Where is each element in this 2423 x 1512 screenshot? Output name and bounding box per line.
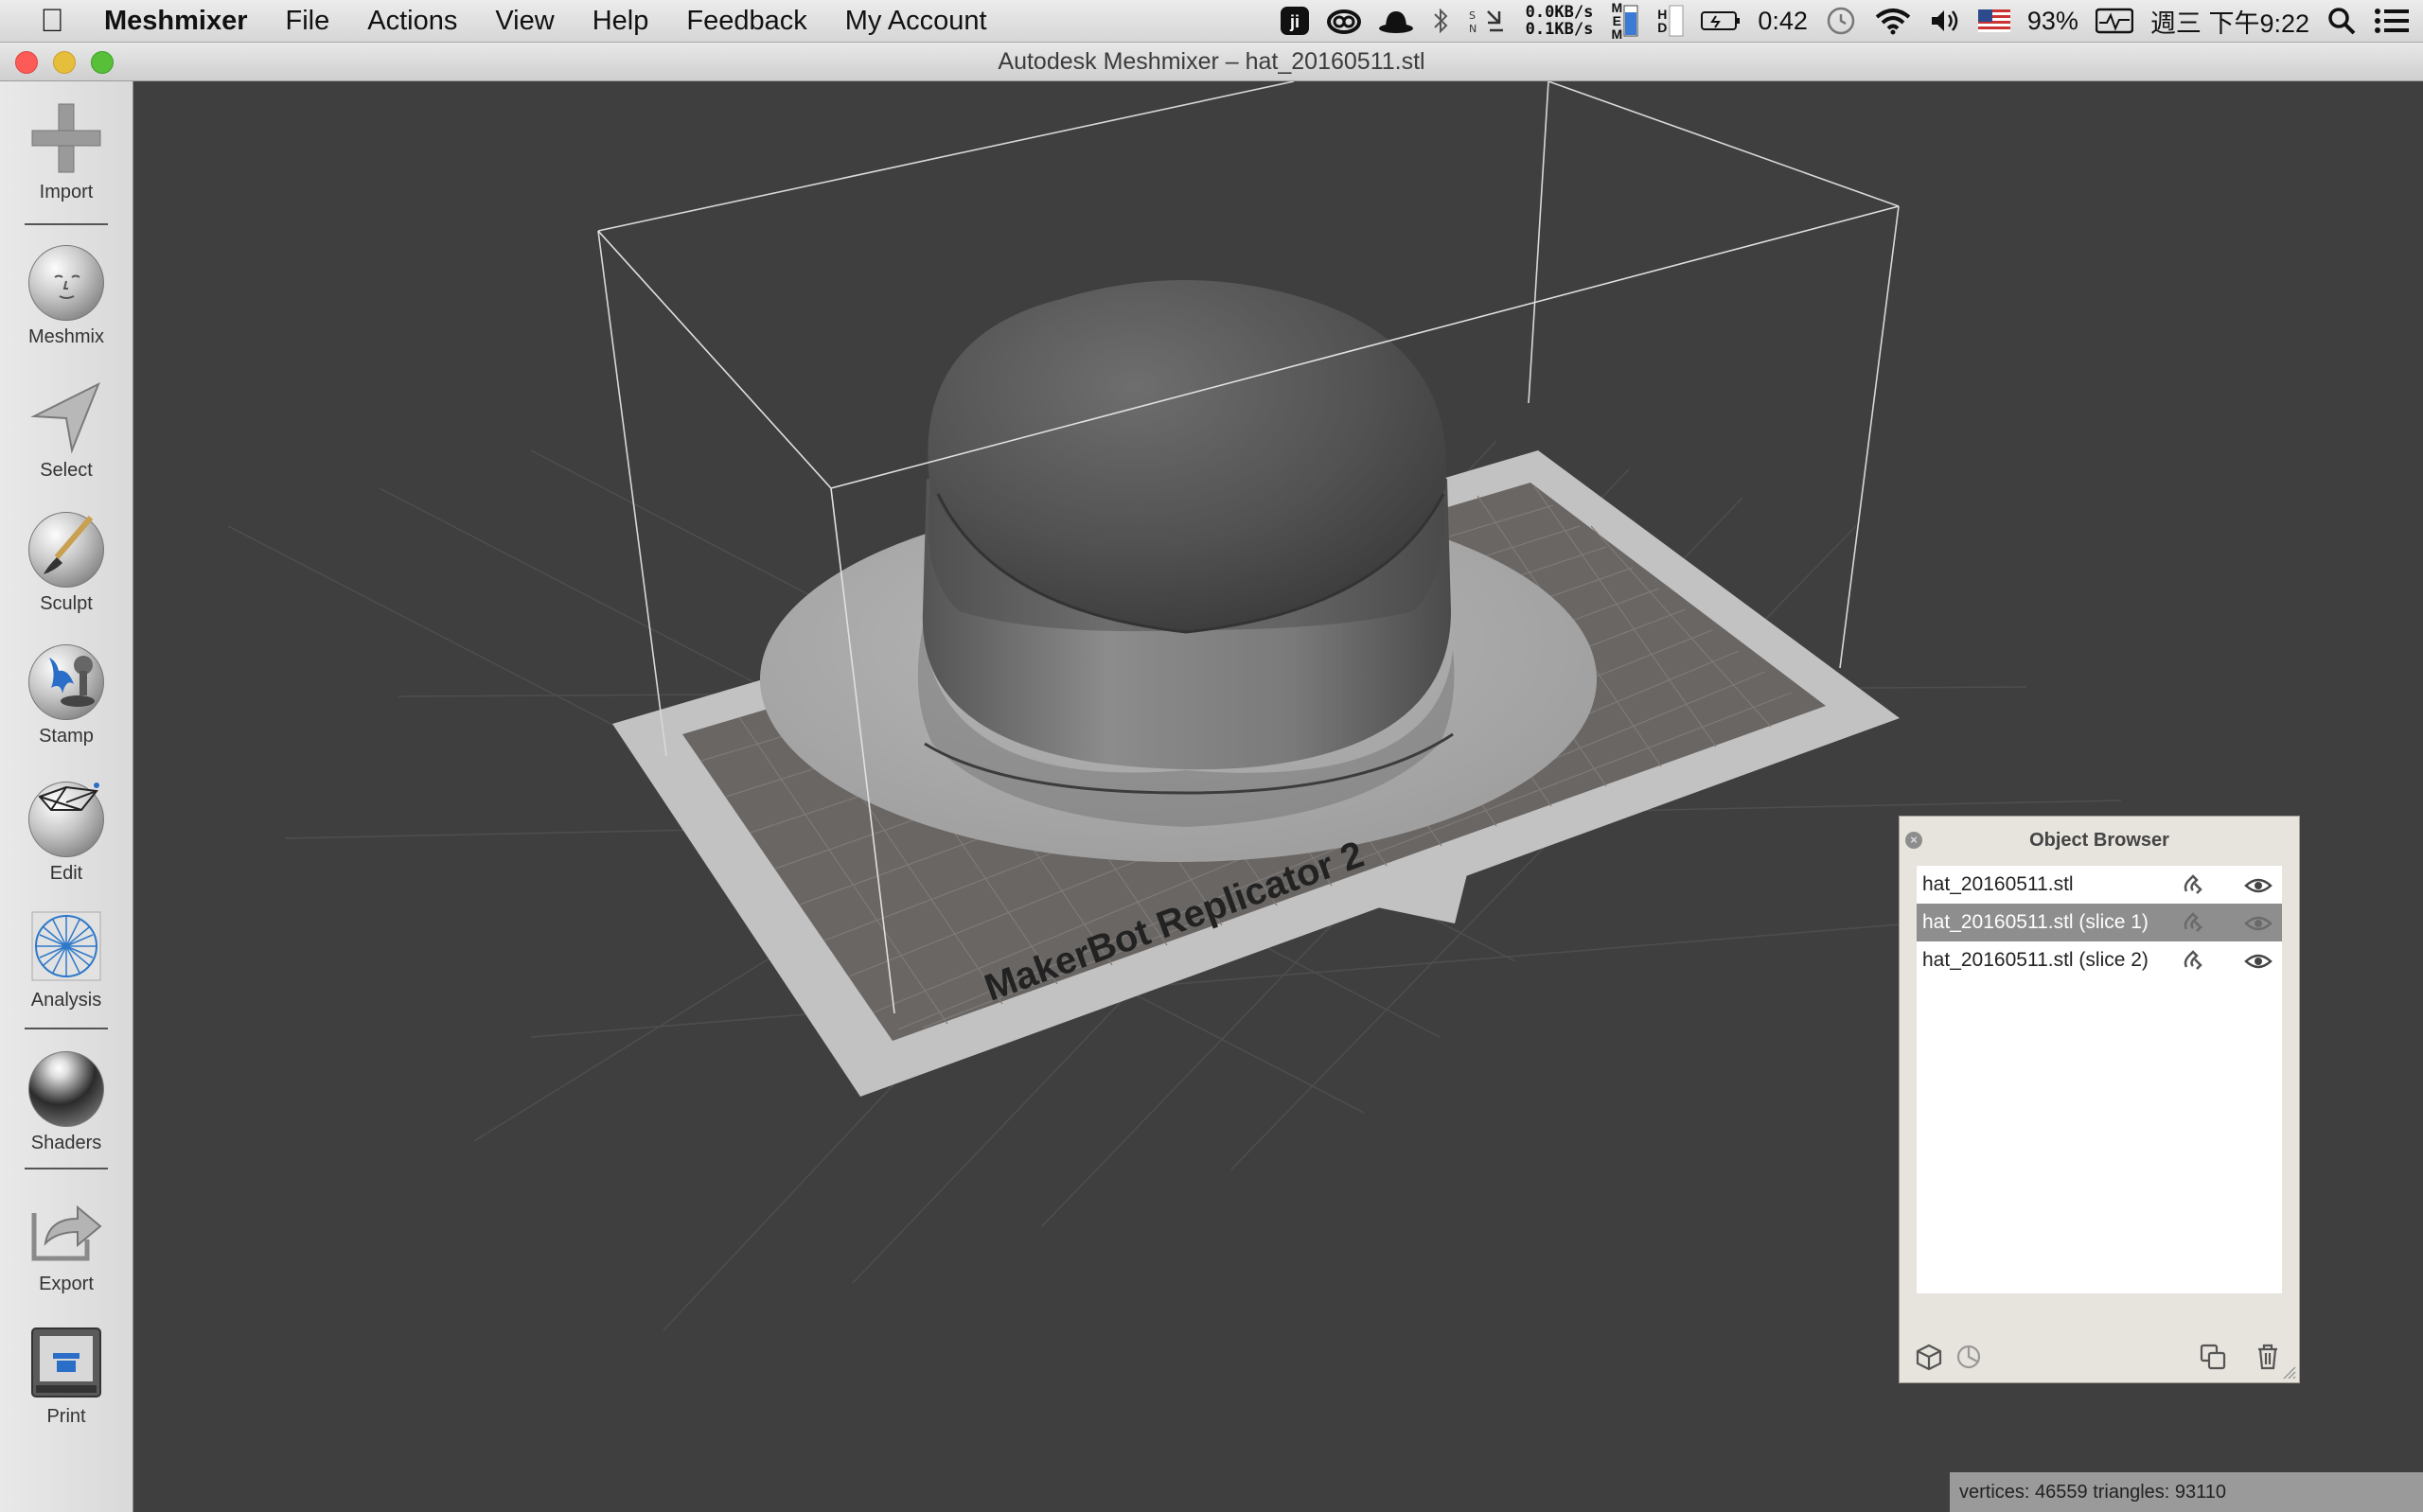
print-icon (28, 1325, 104, 1400)
menu-actions[interactable]: Actions (348, 6, 476, 37)
menu-bar:  Meshmixer File Actions View Help Feedb… (0, 0, 2423, 43)
sculpt-tool-button[interactable]: Sculpt (0, 511, 133, 615)
wifi-icon[interactable] (1874, 6, 1912, 36)
import-plus-icon (28, 100, 104, 176)
object-row[interactable]: hat_20160511.stl (1917, 866, 2282, 904)
object-row-selected[interactable]: hat_20160511.stl (slice 1) (1917, 904, 2282, 941)
us-flag-input-icon[interactable] (1977, 9, 2010, 32)
magnet-icon[interactable] (2182, 874, 2204, 897)
spotlight-search-icon[interactable] (2326, 6, 2357, 36)
stamp-icon (28, 644, 104, 720)
object-browser-footer (1900, 1329, 2299, 1382)
object-name: hat_20160511.stl (1922, 873, 2074, 895)
select-tool-button[interactable]: Select (0, 378, 133, 482)
pivot-icon[interactable] (1954, 1343, 1983, 1371)
menu-my-account[interactable]: My Account (826, 6, 1006, 37)
meshmix-tool-label: Meshmix (27, 326, 104, 347)
memory-meter: MEM (1610, 1, 1638, 41)
edit-icon (28, 782, 104, 857)
analysis-icon (28, 908, 104, 984)
menu-view[interactable]: View (476, 6, 573, 37)
close-icon[interactable]: × (1905, 832, 1922, 849)
shaders-tool-label: Shaders (30, 1133, 102, 1153)
import-tool-label: Import (39, 182, 94, 202)
meshmix-tool-button[interactable]: Meshmix (0, 244, 133, 348)
net-upload-speed: 0.0KB/s (1525, 3, 1594, 22)
magnet-icon[interactable] (2182, 912, 2204, 935)
shaders-icon (28, 1051, 104, 1127)
disk-meter: HD (1655, 5, 1684, 37)
menu-file[interactable]: File (267, 6, 349, 37)
toolbar-divider (25, 1168, 108, 1169)
trash-icon[interactable] (2254, 1343, 2282, 1371)
analysis-tool-label: Analysis (30, 990, 102, 1011)
object-list: hat_20160511.stl hat_20160511.stl (slice… (1917, 866, 2282, 1293)
menu-app-name[interactable]: Meshmixer (104, 6, 267, 37)
battery-time: 0:42 (1758, 6, 1808, 35)
shaders-tool-button[interactable]: Shaders (0, 1050, 133, 1154)
creative-cloud-icon[interactable] (1326, 7, 1361, 35)
stamp-tool-label: Stamp (39, 726, 94, 747)
sculpt-brush-icon (28, 512, 104, 588)
export-icon (28, 1192, 104, 1268)
svg-text:N: N (1469, 23, 1477, 35)
apple-logo-icon[interactable]:  (0, 3, 104, 40)
window-title: Autodesk Meshmixer – hat_20160511.stl (998, 48, 1425, 75)
eye-icon[interactable] (2244, 874, 2273, 897)
duplicate-icon[interactable] (2199, 1343, 2227, 1371)
analysis-tool-button[interactable]: Analysis (0, 908, 133, 1011)
object-browser-panel: × Object Browser hat_20160511.stl hat_20… (1899, 816, 2300, 1383)
memory-label: MEM (1611, 0, 1623, 42)
toolbar-divider (25, 223, 108, 225)
object-name: hat_20160511.stl (slice 1) (1922, 911, 2149, 933)
mesh-stats-bar: vertices: 46559 triangles: 93110 (1950, 1472, 2423, 1512)
resize-grip-icon[interactable] (2280, 1363, 2297, 1380)
print-tool-button[interactable]: Print (0, 1325, 133, 1428)
menu-clock[interactable]: 週三 下午9:22 (2150, 3, 2309, 40)
export-tool-button[interactable]: Export (0, 1192, 133, 1295)
net-download-speed: 0.1KB/s (1525, 20, 1594, 39)
notification-center-icon[interactable] (2374, 7, 2410, 35)
export-tool-label: Export (39, 1274, 94, 1294)
object-row[interactable]: hat_20160511.stl (slice 2) (1917, 941, 2282, 979)
network-speed-indicator: 0.0KB/s 0.1KB/s (1526, 4, 1594, 38)
sculpt-tool-label: Sculpt (40, 593, 93, 614)
input-switch-icon[interactable]: SN (1467, 6, 1509, 36)
eye-icon[interactable] (2244, 950, 2273, 973)
hat-status-icon[interactable] (1378, 8, 1414, 34)
stamp-tool-button[interactable]: Stamp (0, 643, 133, 747)
edit-tool-button[interactable]: Edit (0, 776, 133, 885)
volume-icon[interactable] (1929, 7, 1961, 35)
status-menu-area: ji SN 0.0KB/s 0.1KB/s MEM HD 0:42 93% 週三… (1280, 0, 2410, 42)
tool-sidebar: Import Meshmix Select Sculpt Stamp Edit … (0, 81, 133, 1512)
bluetooth-icon[interactable] (1431, 6, 1450, 36)
battery-icon[interactable] (1701, 9, 1741, 32)
svg-text:S: S (1469, 9, 1476, 22)
svg-text:ji: ji (1289, 12, 1300, 31)
menu-help[interactable]: Help (574, 6, 668, 37)
object-browser-header[interactable]: × Object Browser (1900, 817, 2299, 864)
object-name: hat_20160511.stl (slice 2) (1922, 949, 2149, 971)
select-arrow-icon (28, 378, 104, 454)
edit-tool-label: Edit (49, 863, 83, 884)
print-tool-label: Print (46, 1406, 86, 1427)
window-title-bar: Autodesk Meshmixer – hat_20160511.stl (0, 43, 2423, 81)
select-tool-label: Select (40, 460, 93, 481)
battery-percent: 93% (2026, 6, 2078, 35)
meshmix-face-icon (28, 245, 104, 321)
menu-feedback[interactable]: Feedback (667, 6, 825, 37)
cube-icon[interactable] (1915, 1343, 1943, 1371)
activity-monitor-icon[interactable] (2095, 8, 2133, 34)
time-machine-icon[interactable] (1825, 5, 1857, 37)
hat-mesh[interactable] (760, 280, 1597, 862)
ji-app-icon[interactable]: ji (1280, 6, 1310, 36)
import-tool-button[interactable]: Import (0, 100, 133, 203)
object-browser-title: Object Browser (2029, 830, 2169, 851)
disk-label: HD (1657, 7, 1668, 35)
toolbar-divider (25, 1028, 108, 1029)
magnet-icon[interactable] (2182, 950, 2204, 973)
eye-icon[interactable] (2244, 912, 2273, 935)
